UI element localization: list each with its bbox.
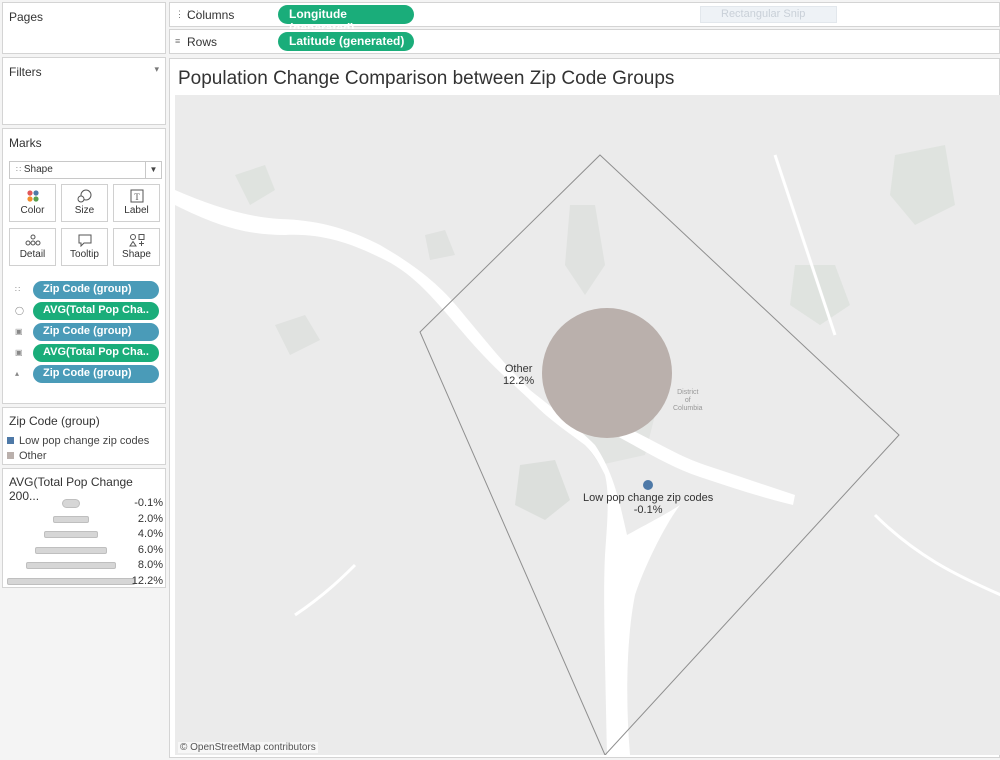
marks-field-row: ▣ Zip Code (group) (9, 323, 163, 341)
legend-item-low-pop[interactable]: Low pop change zip codes (7, 435, 149, 447)
color-legend-title: Zip Code (group) (9, 414, 100, 428)
marks-card: Marks ∷ Shape ▼ Color Size T Label Detai… (2, 128, 166, 404)
label-button-label: Label (124, 205, 149, 216)
chevron-down-icon[interactable]: ▼ (145, 162, 161, 178)
mark-type-value: Shape (23, 164, 53, 175)
columns-shelf-label: Columns (187, 8, 235, 22)
mark-label-value: -0.1% (633, 504, 663, 516)
shape-icon: ▴ (15, 369, 20, 378)
marks-field-row: ∷ Zip Code (group) (9, 281, 163, 299)
size-legend-label: 4.0% (137, 528, 163, 540)
shape-small-icon: ∷ (16, 165, 22, 174)
label-button[interactable]: T Label (113, 184, 160, 222)
tooltip-button-label: Tooltip (70, 249, 99, 260)
color-button-label: Color (20, 205, 45, 216)
field-pill-avg-total-pop-change[interactable]: AVG(Total Pop Cha.. (33, 302, 159, 320)
card-menu-caret-icon[interactable]: ▾ (154, 64, 159, 75)
size-legend-bar (43, 531, 99, 538)
mark-circle-low-pop[interactable] (643, 480, 653, 490)
mark-label-name: Other (504, 363, 533, 375)
color-dots-icon: ∷ (15, 285, 21, 294)
map-attribution[interactable]: © OpenStreetMap contributors (178, 742, 318, 753)
pages-title: Pages (9, 10, 44, 24)
color-dots-icon (10, 185, 55, 205)
columns-shelf[interactable]: ⋮⋮⋮ Columns Longitude (generated) Rectan… (169, 2, 1000, 35)
rows-icon: ≡ (175, 36, 181, 46)
size-legend-bar (25, 562, 117, 569)
tooltip-icon (62, 229, 107, 249)
mark-label-other: Other 12.2% (503, 363, 534, 387)
color-legend-card: Zip Code (group) Low pop change zip code… (2, 407, 166, 465)
field-pill-zip-code-group[interactable]: Zip Code (group) (33, 365, 159, 383)
detail-button[interactable]: Detail (9, 228, 56, 266)
dc-label-line: Columbia (673, 405, 703, 412)
size-legend-bar (52, 515, 89, 523)
size-legend-bar (62, 499, 80, 508)
legend-label: Low pop change zip codes (19, 435, 150, 447)
size-legend-label: -0.1% (134, 497, 163, 509)
field-pill-avg-total-pop-change[interactable]: AVG(Total Pop Cha.. (33, 344, 159, 362)
size-legend-bar (34, 546, 108, 554)
filters-card[interactable]: Filters ▾ (2, 57, 166, 125)
mark-circle-other[interactable] (542, 308, 672, 438)
size-legend-card: AVG(Total Pop Change 200... -0.1% 2.0% 4.0… (2, 468, 166, 588)
filters-title: Filters (9, 65, 42, 79)
rectangular-snip-overlay: Rectangular Snip (700, 6, 837, 23)
legend-swatch (7, 452, 14, 459)
tooltip-button[interactable]: Tooltip (61, 228, 108, 266)
svg-text:T: T (134, 192, 140, 202)
shape-button-label: Shape (122, 249, 151, 260)
dc-label-line: of (684, 397, 691, 404)
district-of-columbia-label: District of Columbia (673, 389, 703, 413)
size-icon: ◯ (15, 306, 24, 315)
label-icon: T (114, 185, 159, 205)
size-legend-bar (7, 577, 135, 585)
mark-label-value: 12.2% (503, 375, 535, 387)
color-button[interactable]: Color (9, 184, 56, 222)
size-legend-label: 2.0% (137, 512, 163, 525)
detail-button-label: Detail (19, 249, 46, 260)
tableau-workspace: Pages Filters ▾ Marks ∷ Shape ▼ Color Si… (0, 0, 1000, 760)
legend-label: Other (19, 450, 47, 462)
size-legend-label: 12.2% (131, 574, 163, 587)
mark-label-name: Low pop change zip codes (583, 492, 714, 504)
map-view[interactable]: District of Columbia Other 12.2% Low pop… (175, 95, 1000, 755)
marks-field-row: ▣ AVG(Total Pop Cha.. (9, 344, 163, 362)
rows-pill-latitude[interactable]: Latitude (generated) (278, 32, 414, 51)
detail-icon (10, 229, 55, 249)
size-button[interactable]: Size (61, 184, 108, 222)
size-icon (62, 185, 107, 205)
marks-field-row: ◯ AVG(Total Pop Cha.. (9, 302, 163, 320)
columns-pill-longitude[interactable]: Longitude (generated) (278, 5, 414, 35)
shape-button[interactable]: Shape (113, 228, 160, 266)
mark-type-dropdown[interactable]: ∷ Shape ▼ (9, 161, 162, 179)
legend-swatch (7, 437, 14, 444)
legend-item-other[interactable]: Other (7, 450, 47, 462)
shape-icon (114, 229, 159, 249)
size-button-label: Size (74, 205, 95, 216)
dc-label-line: District (677, 389, 699, 396)
rows-shelf-label: Rows (187, 35, 218, 49)
field-pill-zip-code-group[interactable]: Zip Code (group) (33, 323, 159, 341)
mark-label-low-pop: Low pop change zip codes -0.1% (583, 492, 713, 516)
rows-shelf[interactable]: ≡ Rows Latitude (generated) (169, 29, 1000, 54)
field-pill-zip-code-group[interactable]: Zip Code (group) (33, 281, 159, 299)
label-icon: ▣ (15, 327, 23, 336)
label-icon: ▣ (15, 348, 23, 357)
marks-field-row: ▴ Zip Code (group) (9, 365, 163, 383)
worksheet: Population Change Comparison between Zip… (169, 58, 1000, 758)
pages-card[interactable]: Pages (2, 2, 166, 54)
marks-title: Marks (9, 136, 42, 150)
size-legend-label: 8.0% (137, 559, 163, 571)
chart-mark-layer (542, 308, 672, 490)
sheet-title: Population Change Comparison between Zip… (178, 68, 675, 89)
size-legend-label: 6.0% (137, 543, 163, 556)
